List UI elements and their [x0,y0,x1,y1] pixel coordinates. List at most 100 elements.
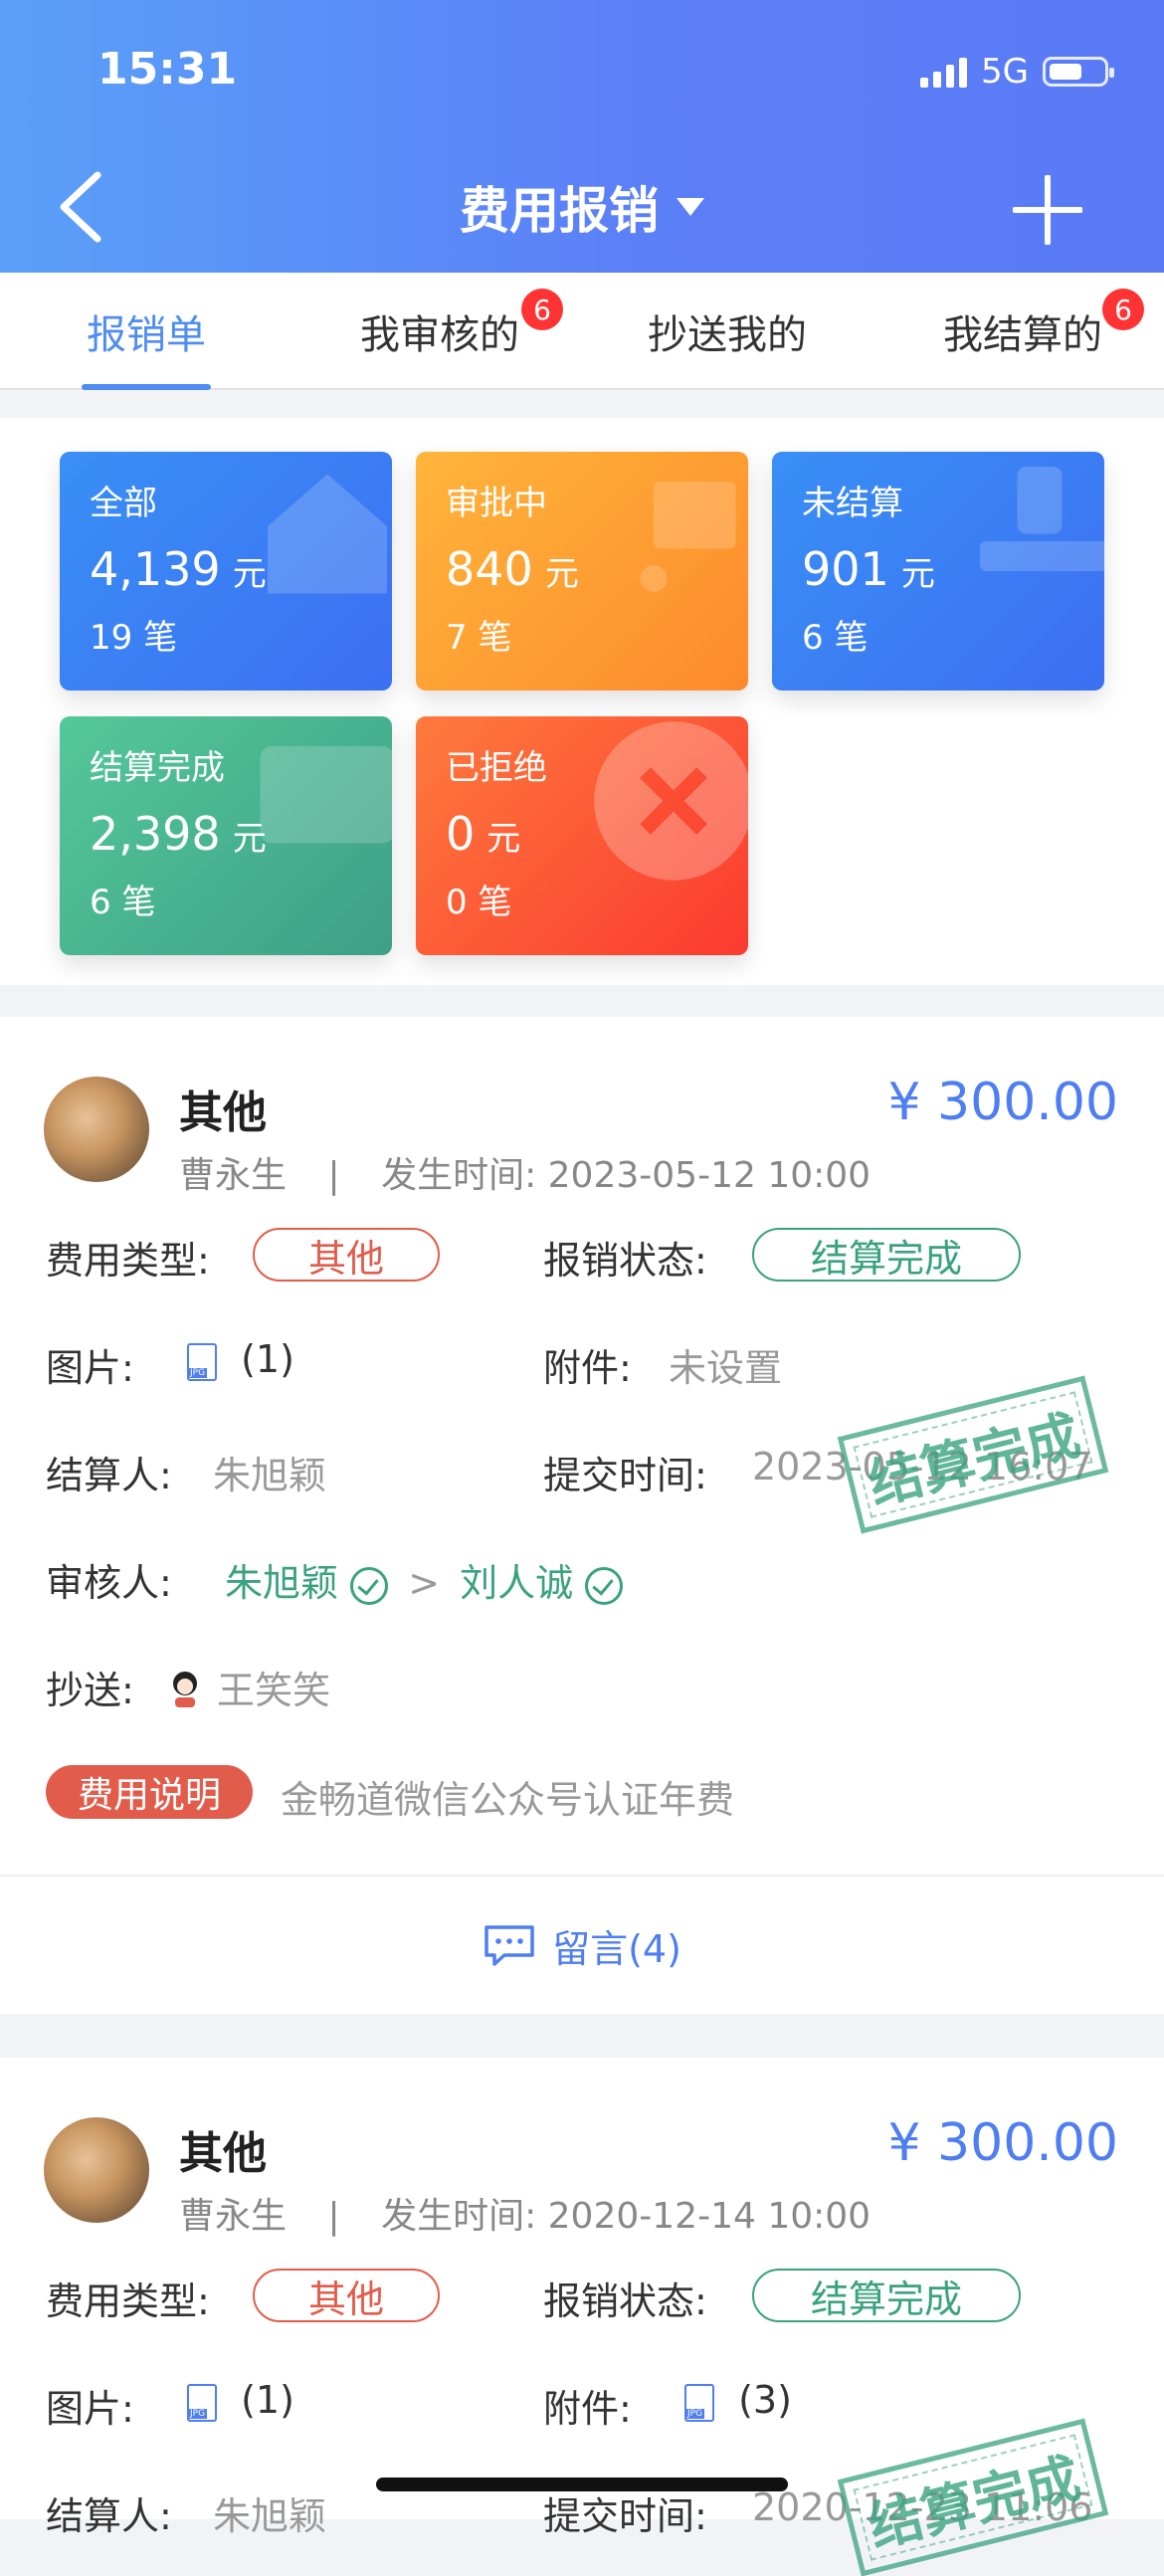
tab-label: 抄送我的 [648,312,807,358]
reviewer-name: 刘人诚 [460,1561,574,1605]
expense-type-tag: 其他 [253,1228,440,1282]
attachments-label: 附件: [543,2387,632,2431]
comment-button[interactable]: 留言(4) [0,1875,1164,2014]
tab-cc-me[interactable]: 抄送我的 [643,273,812,390]
attachments-label: 附件: [543,1346,632,1390]
cc-value: 王笑笑 [167,1660,330,1714]
card-unit: 元 [900,554,935,594]
tab-label: 报销单 [87,312,206,358]
expense-type-label: 费用类型: [46,2279,210,2323]
home-indicator [376,2477,788,2491]
card-amount: 4,139 [90,542,221,596]
jpg-file-icon [684,2383,714,2422]
jpg-file-icon [187,1342,217,1381]
desc-tag: 费用说明 [46,1765,253,1819]
occur-label: 发生时间: [381,2196,537,2237]
card-count: 6 笔 [90,883,156,922]
card-unit: 元 [544,554,579,594]
submit-time-label: 提交时间: [543,2494,707,2538]
page-title-dropdown[interactable]: 费用报销 [460,171,704,243]
expense-type-tag: 其他 [253,2269,440,2322]
images-label: 图片: [46,1346,134,1390]
status-time: 15:31 [97,44,238,95]
avatar [44,1077,149,1182]
attachments-count: (3) [738,2378,792,2422]
comment-label: 留言(4) [552,1926,681,1971]
summary-section: 全部 4,139 元 19 笔 审批中 840 元 7 笔 未结算 901 元 6 笔… [0,418,1164,985]
card-amount: 901 [802,542,889,596]
cc-label: 抄送: [46,1669,134,1712]
network-label: 5G [981,52,1029,92]
summary-card-rejected[interactable]: 已拒绝 0元 0 笔 [416,716,748,955]
user-avatar-icon [173,1671,197,1707]
check-circle-icon [350,1566,389,1605]
summary-card-unsettled[interactable]: 未结算 901 元 6 笔 [772,452,1104,691]
separator: | [327,2196,340,2237]
signal-icon [920,56,968,88]
tab-reimbursement[interactable]: 报销单 [82,273,211,390]
status-label: 报销状态: [543,2279,707,2323]
attachments-link[interactable]: (3) [684,2378,792,2422]
expense-entry[interactable]: 其他 曹永生 | 发生时间: 2023-05-12 10:00 ¥ 300.00… [0,1017,1164,1875]
occur-time: 2023-05-12 10:00 [547,1155,872,1196]
tab-active-indicator [82,384,211,390]
desc-text: 金畅道微信公众号认证年费 [281,1778,735,1822]
tab-my-settlement[interactable]: 我结算的 [933,273,1112,390]
entry-name: 其他 [179,1088,267,1138]
add-icon[interactable] [1013,175,1082,245]
jpg-file-icon [187,2383,217,2422]
status-badge: 结算完成 [752,2269,1021,2322]
summary-card-settled[interactable]: 结算完成 2,398 元 6 笔 [60,716,392,955]
top-bar: 15:31 5G 费用报销 [0,0,1164,273]
submit-time-label: 提交时间: [543,1454,707,1497]
cart-icon [640,482,736,592]
battery-icon [1043,57,1114,87]
entry-name: 其他 [179,2128,267,2179]
status-icons: 5G [920,52,1114,92]
settler-label: 结算人: [46,2494,172,2538]
entry-person: 曹永生 [179,1155,288,1196]
tab-badge: 6 [1102,289,1144,330]
settled-stamp: 结算完成 [837,2418,1109,2576]
card-count: 19 笔 [90,618,178,658]
tab-label: 我结算的 [943,312,1102,358]
tab-bar: 报销单 我审核的 6 抄送我的 我结算的 6 [0,273,1164,390]
images-link[interactable]: (1) [187,1337,294,1381]
tab-label: 我审核的 [360,312,519,358]
close-icon [594,721,748,881]
entry-amount: ¥ 300.00 [887,2113,1118,2173]
settled-stamp: 结算完成 [837,1375,1109,1534]
images-link[interactable]: (1) [187,2378,294,2422]
summary-card-all[interactable]: 全部 4,139 元 19 笔 [60,452,392,691]
tab-badge: 6 [521,289,563,330]
card-unit: 元 [486,819,521,859]
occur-label: 发生时间: [381,1155,537,1196]
status-label: 报销状态: [543,1239,707,1283]
summary-card-pending[interactable]: 审批中 840 元 7 笔 [416,452,748,691]
separator: | [327,1155,340,1196]
avatar [44,2117,149,2223]
settler-value: 朱旭颖 [213,2494,327,2538]
images-count: (1) [241,1337,294,1381]
stamp-icon [980,467,1104,571]
card-amount: 2,398 [90,807,221,861]
cc-name: 王笑笑 [217,1669,331,1712]
card-icon [260,746,392,844]
card-amount: 0 [446,807,476,861]
comment-icon [485,1925,534,1966]
expense-entry[interactable]: 其他 曹永生 | 发生时间: 2020-12-14 10:00 ¥ 300.00… [0,2058,1164,2576]
reviewer-arrow: > [408,1561,441,1605]
reviewer-label: 审核人: [46,1561,172,1605]
tab-my-review[interactable]: 我审核的 [350,273,529,390]
expense-type-label: 费用类型: [46,1239,210,1283]
card-count: 6 笔 [802,618,869,658]
house-icon [268,474,387,594]
occur-time: 2020-12-14 10:00 [547,2196,872,2237]
attachments-value: 未设置 [669,1346,783,1390]
check-circle-icon [585,1566,624,1605]
images-label: 图片: [46,2387,134,2431]
entry-person: 曹永生 [179,2196,288,2237]
images-count: (1) [241,2378,294,2422]
reviewer-name: 朱旭颖 [225,1561,339,1605]
chevron-down-icon [677,198,704,216]
